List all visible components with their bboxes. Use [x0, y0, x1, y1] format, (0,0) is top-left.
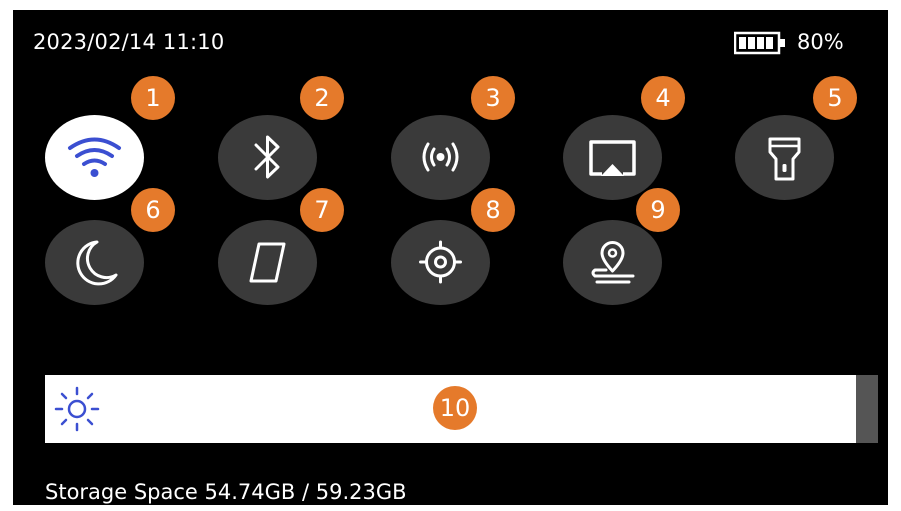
- badge-2: 2: [300, 76, 344, 120]
- storage-space: Storage Space 54.74GB / 59.23GB: [45, 480, 407, 504]
- hotspot-icon: [422, 142, 459, 172]
- flashlight-icon: [768, 137, 801, 181]
- status-time: 2023/02/14 11:10: [33, 30, 225, 54]
- badge-3: 3: [471, 76, 515, 120]
- badge-9: 9: [636, 188, 680, 232]
- sun-icon: [54, 386, 100, 432]
- target-icon: [419, 240, 462, 284]
- bluetooth-toggle[interactable]: [218, 115, 317, 200]
- flashlight-toggle[interactable]: [735, 115, 834, 200]
- compass-icon: [249, 242, 286, 283]
- wifi-toggle[interactable]: [45, 115, 144, 200]
- location-toggle[interactable]: [563, 220, 662, 305]
- brightness-slider-handle[interactable]: [856, 375, 878, 443]
- badge-4: 4: [641, 76, 685, 120]
- cast-icon: [589, 140, 636, 176]
- badge-1: 1: [131, 76, 175, 120]
- night-mode-toggle[interactable]: [45, 220, 144, 305]
- battery-percent: 80%: [797, 30, 844, 54]
- battery-icon: [734, 31, 785, 55]
- badge-5: 5: [813, 76, 857, 120]
- location-pin-icon: [591, 241, 635, 284]
- badge-7: 7: [300, 188, 344, 232]
- wifi-icon: [68, 137, 121, 177]
- screen-cast-toggle[interactable]: [563, 115, 662, 200]
- gps-toggle[interactable]: [391, 220, 490, 305]
- badge-6: 6: [131, 188, 175, 232]
- badge-8: 8: [471, 188, 515, 232]
- bluetooth-icon: [254, 135, 280, 179]
- compass-toggle[interactable]: [218, 220, 317, 305]
- badge-10: 10: [433, 386, 477, 430]
- moon-icon: [76, 240, 118, 286]
- hotspot-toggle[interactable]: [391, 115, 490, 200]
